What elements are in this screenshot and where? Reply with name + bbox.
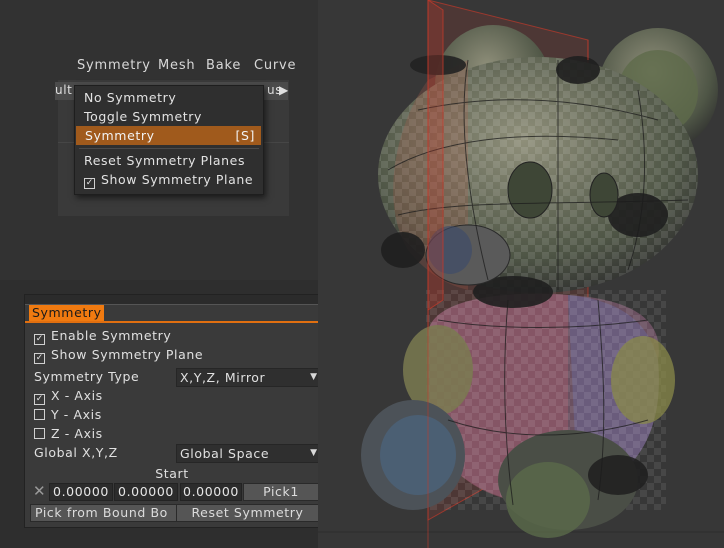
tab-underline — [25, 321, 319, 323]
viewport-render — [318, 0, 724, 548]
menu-item-label: Symmetry — [85, 128, 155, 143]
menu-item-show-symmetry-plane[interactable]: ✓ Show Symmetry Plane — [84, 171, 253, 189]
next-arrow-icon[interactable]: ▶ — [279, 83, 288, 97]
menu-bake[interactable]: Bake — [206, 58, 241, 73]
start-label: Start — [155, 466, 189, 481]
menu-item-label: Show Symmetry Plane — [101, 172, 254, 187]
bear-left-eye — [507, 161, 553, 219]
start-y-input[interactable]: 0.00000 — [114, 483, 178, 501]
checkbox-empty-icon — [34, 409, 45, 420]
symmetry-type-select[interactable]: X,Y,Z, Mirror ▼ — [176, 368, 322, 387]
menu-mesh[interactable]: Mesh — [158, 58, 195, 73]
tab-symmetry[interactable]: Symmetry — [29, 305, 104, 321]
bear-right-eye — [589, 172, 619, 218]
3d-viewport[interactable] — [318, 0, 724, 548]
symmetry-dropdown-menu: No Symmetry Toggle Symmetry Symmetry [S]… — [74, 85, 264, 195]
select-value: X,Y,Z, Mirror — [180, 370, 266, 385]
menu-item-toggle-symmetry[interactable]: Toggle Symmetry — [84, 108, 202, 126]
menu-separator — [79, 148, 259, 149]
bear-right-arm — [611, 336, 675, 424]
symmetry-type-label: Symmetry Type — [34, 369, 140, 384]
close-icon[interactable]: ✕ — [33, 483, 46, 499]
chevron-down-icon: ▼ — [310, 448, 317, 458]
x-axis-checkbox[interactable]: ✓ X - Axis — [34, 387, 103, 405]
shortcut-label: [S] — [235, 128, 255, 143]
chevron-down-icon: ▼ — [310, 372, 317, 382]
menu-item-symmetry[interactable]: Symmetry [S] — [76, 126, 261, 145]
menu-item-reset-symmetry-planes[interactable]: Reset Symmetry Planes — [84, 152, 245, 170]
panel-header — [25, 295, 319, 305]
checkbox-empty-icon — [34, 428, 45, 439]
select-value: Global Space — [180, 446, 270, 461]
menu-item-label: No Symmetry — [84, 90, 177, 105]
check-icon: ✓ — [84, 178, 95, 189]
checkbox-label: Z - Axis — [51, 426, 103, 441]
global-space-select[interactable]: Global Space ▼ — [176, 444, 322, 463]
start-z-input[interactable]: 0.00000 — [180, 483, 242, 501]
menu-item-no-symmetry[interactable]: No Symmetry — [84, 89, 176, 107]
menu-symmetry[interactable]: Symmetry — [77, 58, 151, 73]
pick-from-bound-box-button[interactable]: Pick from Bound Bo — [30, 504, 178, 522]
show-symmetry-plane-checkbox[interactable]: ✓ Show Symmetry Plane — [34, 346, 203, 364]
reset-symmetry-button[interactable]: Reset Symmetry — [176, 504, 319, 522]
check-icon: ✓ — [34, 394, 45, 405]
background-toolbar-left-text: ult — [55, 83, 73, 97]
symmetry-panel: Symmetry ✓ Enable Symmetry ✓ Show Symmetry… — [24, 294, 322, 528]
menu-screenshot-area: ult ◀ us ▶ Symmetry Mesh Bake Curve No S… — [0, 0, 318, 280]
checkbox-label: Show Symmetry Plane — [51, 347, 204, 362]
checkbox-label: Enable Symmetry — [51, 328, 172, 343]
menu-item-label: Reset Symmetry Planes — [84, 153, 246, 168]
checkbox-label: X - Axis — [51, 388, 103, 403]
enable-symmetry-checkbox[interactable]: ✓ Enable Symmetry — [34, 327, 171, 345]
z-axis-checkbox[interactable]: Z - Axis — [34, 425, 103, 443]
start-x-input[interactable]: 0.00000 — [49, 483, 113, 501]
global-xyz-label: Global X,Y,Z — [34, 445, 118, 460]
y-axis-checkbox[interactable]: Y - Axis — [34, 406, 102, 424]
check-icon: ✓ — [34, 353, 45, 364]
check-icon: ✓ — [34, 334, 45, 345]
checkbox-label: Y - Axis — [51, 407, 102, 422]
menu-item-label: Toggle Symmetry — [84, 109, 202, 124]
menu-curve[interactable]: Curve — [254, 58, 296, 73]
pick-button[interactable]: Pick1 — [243, 483, 319, 501]
